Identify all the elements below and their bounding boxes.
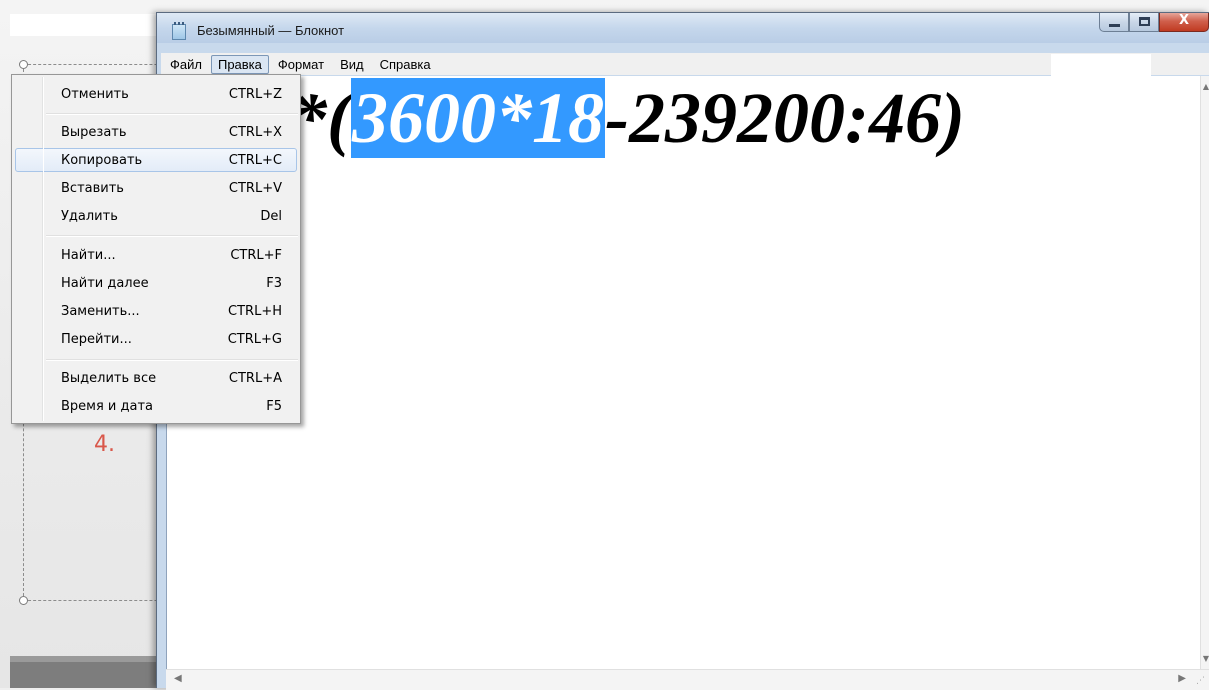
window-controls: X — [1099, 13, 1209, 35]
menu-item-find[interactable]: Найти... CTRL+F — [15, 243, 297, 267]
menu-item-paste[interactable]: Вставить CTRL+V — [15, 176, 297, 200]
scroll-left-icon[interactable]: ◀ — [174, 673, 182, 684]
menu-item-label: Заменить... — [61, 304, 140, 319]
menu-item-label: Копировать — [61, 153, 143, 168]
resize-handle-bottom-left[interactable] — [19, 596, 28, 605]
horizontal-scrollbar[interactable]: ◀ ▶ ⋰ — [166, 669, 1209, 690]
menu-file[interactable]: Файл — [163, 55, 209, 74]
menu-item-label: Вырезать — [61, 125, 127, 140]
menu-item-shortcut: CTRL+X — [228, 125, 282, 140]
minimize-icon — [1109, 24, 1120, 27]
menu-item-undo[interactable]: Отменить CTRL+Z — [15, 82, 297, 106]
slide-top-strip — [10, 14, 156, 36]
menu-separator — [46, 359, 298, 361]
menu-item-label: Удалить — [61, 209, 118, 224]
selected-text[interactable]: 3600*18 — [350, 78, 605, 158]
maximize-button[interactable] — [1129, 13, 1159, 32]
menu-item-shortcut: Del — [260, 209, 282, 224]
editor-text[interactable]: *(3600*18-239200:46) — [291, 76, 965, 160]
resize-grip-icon[interactable]: ⋰ — [1196, 676, 1206, 686]
notepad-window: Безымянный — Блокнот X Файл Правка Форма… — [156, 12, 1209, 690]
slide-number: 4. — [94, 432, 115, 457]
menubar-blank-area — [1051, 54, 1151, 78]
menu-item-time-date[interactable]: Время и дата F5 — [15, 394, 297, 418]
notepad-icon — [172, 22, 186, 40]
menu-item-find-next[interactable]: Найти далее F3 — [15, 271, 297, 295]
menu-format[interactable]: Формат — [271, 55, 331, 74]
resize-handle-top-left[interactable] — [19, 60, 28, 69]
close-icon: X — [1178, 13, 1190, 28]
minimize-button[interactable] — [1099, 13, 1129, 32]
menu-item-label: Время и дата — [61, 399, 154, 414]
menu-item-cut[interactable]: Вырезать CTRL+X — [15, 120, 297, 144]
menu-item-shortcut: F3 — [266, 276, 282, 291]
menu-item-label: Вставить — [61, 181, 124, 196]
menu-item-shortcut: CTRL+G — [227, 332, 282, 347]
menu-item-shortcut: F5 — [266, 399, 282, 414]
scroll-down-icon[interactable]: ▼ — [1201, 654, 1209, 663]
menu-item-goto[interactable]: Перейти... CTRL+G — [15, 327, 297, 351]
menu-item-label: Выделить все — [61, 371, 157, 386]
menu-item-label: Найти... — [61, 248, 116, 263]
menu-help[interactable]: Справка — [373, 55, 438, 74]
scroll-up-icon[interactable]: ▲ — [1201, 82, 1209, 91]
menu-separator — [46, 113, 298, 115]
menu-item-delete[interactable]: Удалить Del — [15, 204, 297, 228]
menu-view[interactable]: Вид — [333, 55, 371, 74]
menu-separator — [46, 235, 298, 237]
slide-bottom-strip-dark — [10, 662, 156, 688]
title-bar[interactable]: Безымянный — Блокнот X — [157, 13, 1209, 43]
menu-item-shortcut: CTRL+Z — [228, 87, 282, 102]
edit-menu-dropdown: Отменить CTRL+Z Вырезать CTRL+X Копирова… — [11, 74, 301, 424]
scroll-right-icon[interactable]: ▶ — [1178, 673, 1186, 684]
menu-item-shortcut: CTRL+V — [228, 181, 282, 196]
menu-edit[interactable]: Правка — [210, 54, 269, 74]
close-button[interactable]: X — [1159, 13, 1209, 32]
menu-item-shortcut: CTRL+F — [230, 248, 282, 263]
menu-item-label: Отменить — [61, 87, 129, 102]
vertical-scrollbar[interactable]: ▲ ▼ — [1200, 76, 1209, 669]
menu-item-shortcut: CTRL+C — [228, 153, 282, 168]
menu-item-select-all[interactable]: Выделить все CTRL+A — [15, 366, 297, 390]
menu-item-shortcut: CTRL+H — [228, 304, 282, 319]
window-title: Безымянный — Блокнот — [197, 23, 345, 38]
menu-item-label: Перейти... — [61, 332, 132, 347]
menu-item-shortcut: CTRL+A — [228, 371, 282, 386]
menu-bar: Файл Правка Формат Вид Справка — [161, 53, 1209, 78]
editor-text-after: -239200:46) — [604, 78, 965, 158]
menu-item-copy[interactable]: Копировать CTRL+C — [15, 148, 297, 172]
maximize-icon — [1139, 17, 1150, 26]
menu-item-label: Найти далее — [61, 276, 149, 291]
menu-item-replace[interactable]: Заменить... CTRL+H — [15, 299, 297, 323]
text-editor-area[interactable]: *(3600*18-239200:46) — [166, 76, 1201, 669]
